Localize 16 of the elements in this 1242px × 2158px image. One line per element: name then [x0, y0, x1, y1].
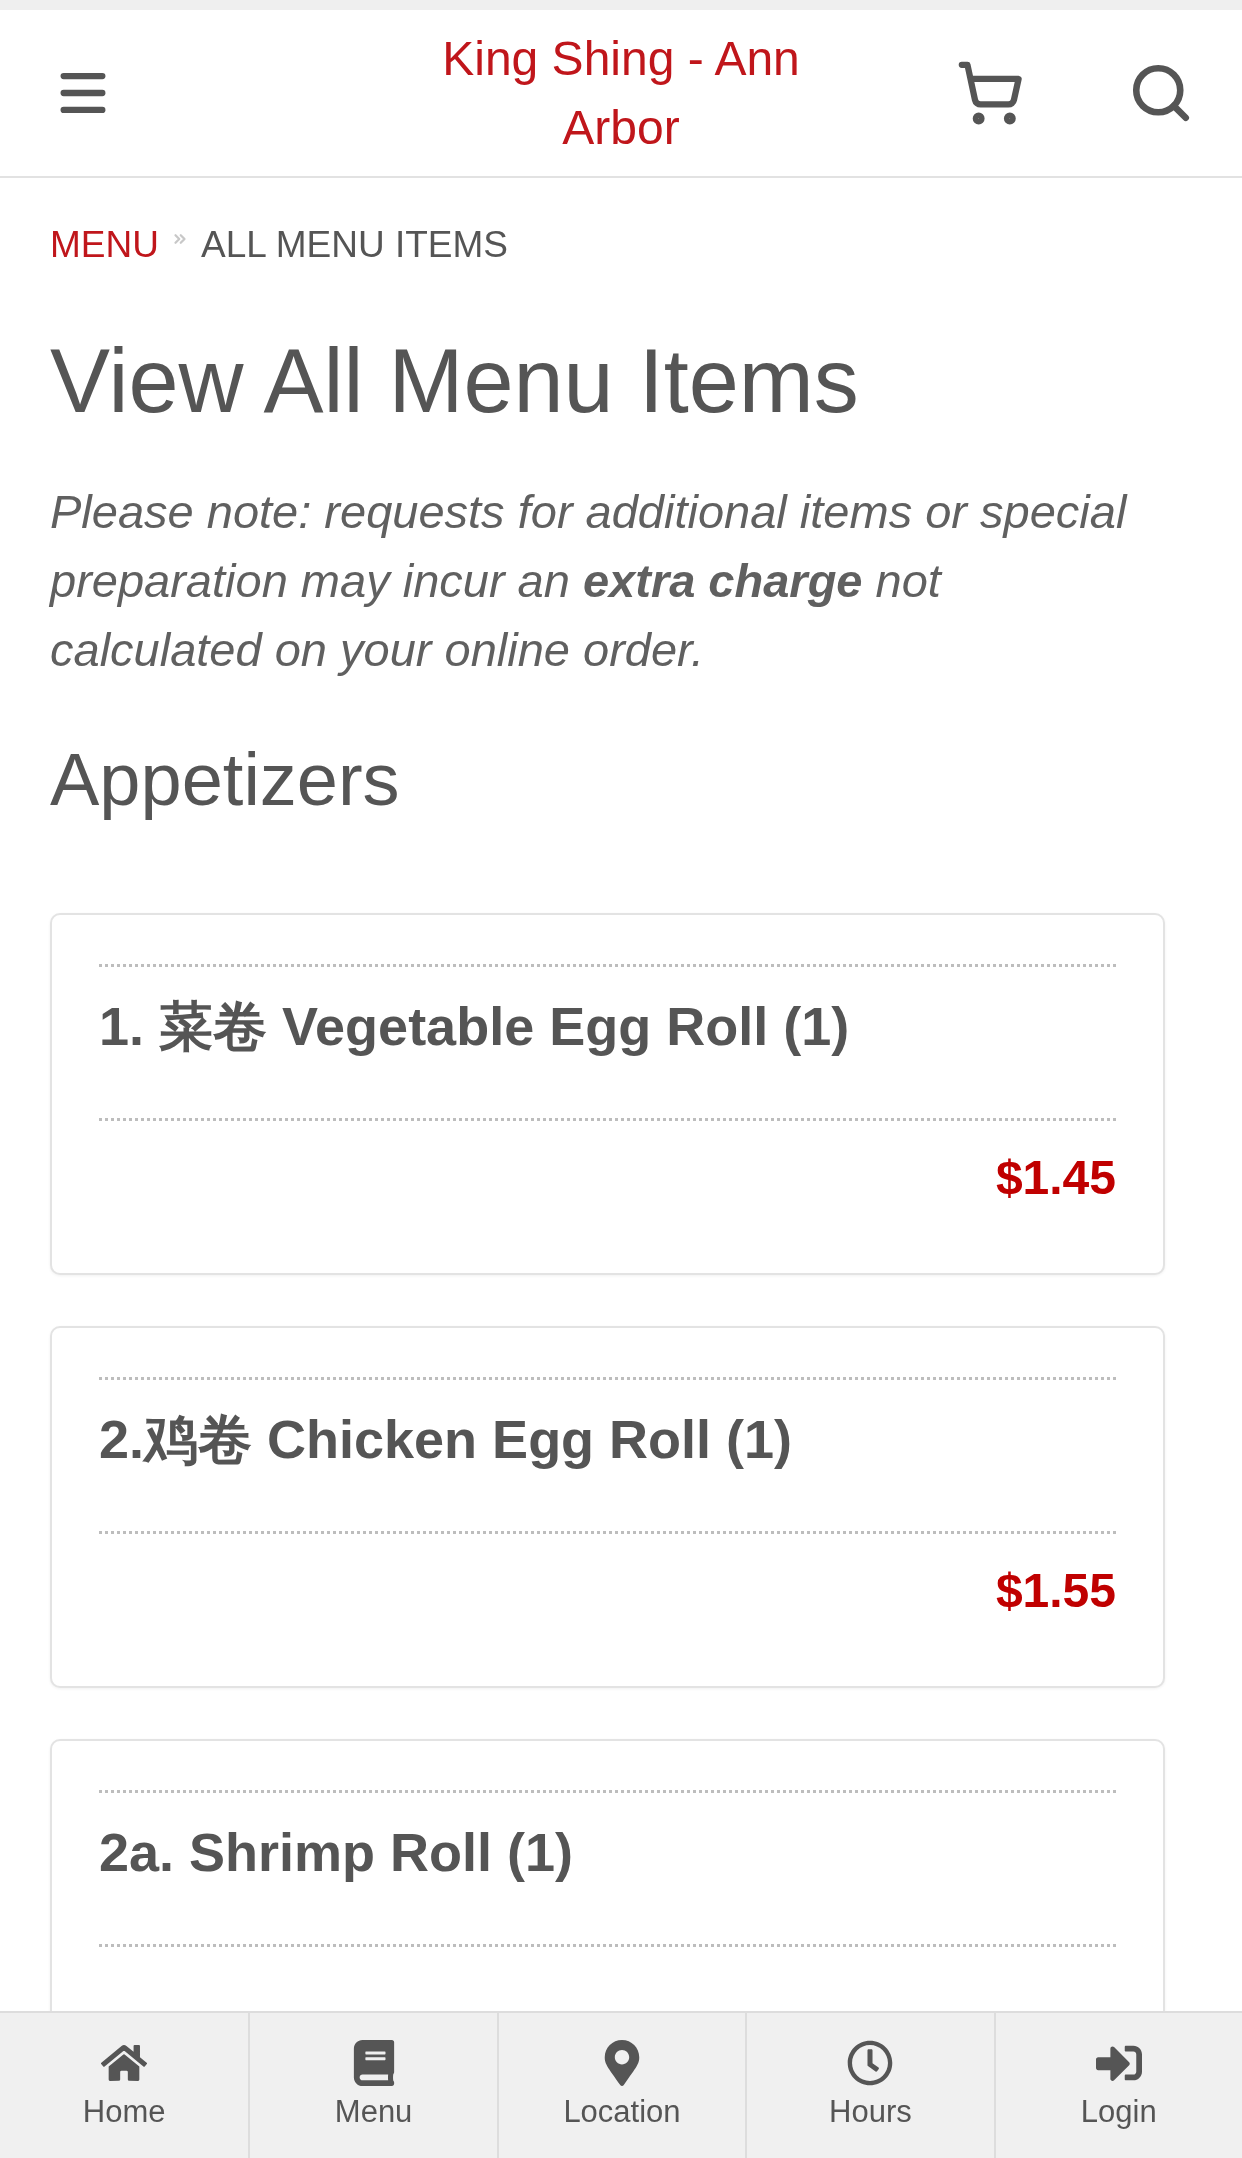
clock-icon	[847, 2039, 894, 2086]
order-note: Please note: requests for additional items or special preparation may incur an extra charge not calculated on your online order.	[50, 484, 1129, 678]
breadcrumb-current: ALL MENU ITEMS	[200, 223, 508, 267]
item-name: 2a. Shrimp Roll (1)	[99, 1821, 575, 1884]
item-name: 1. 菜卷 Vegetable Egg Roll (1)	[99, 995, 851, 1058]
page-title: View All Menu Items	[50, 331, 860, 431]
item-name: 2.鸡卷 Chicken Egg Roll (1)	[99, 1408, 794, 1471]
section-title: Appetizers	[50, 740, 401, 820]
menu-item-card[interactable]: 1. 菜卷 Vegetable Egg Roll (1) $1.45	[50, 913, 1165, 1275]
cart-icon	[956, 59, 1024, 127]
item-price: $1.45	[995, 1150, 1116, 1206]
restaurant-title[interactable]: King Shing - Ann Arbor	[386, 24, 856, 162]
menu-item-card[interactable]: 2a. Shrimp Roll (1)	[50, 1739, 1165, 2011]
item-price: $1.55	[995, 1563, 1116, 1619]
menu-item-card[interactable]: 2.鸡卷 Chicken Egg Roll (1) $1.55	[50, 1326, 1165, 1688]
breadcrumb-link[interactable]: MENU	[50, 223, 159, 267]
